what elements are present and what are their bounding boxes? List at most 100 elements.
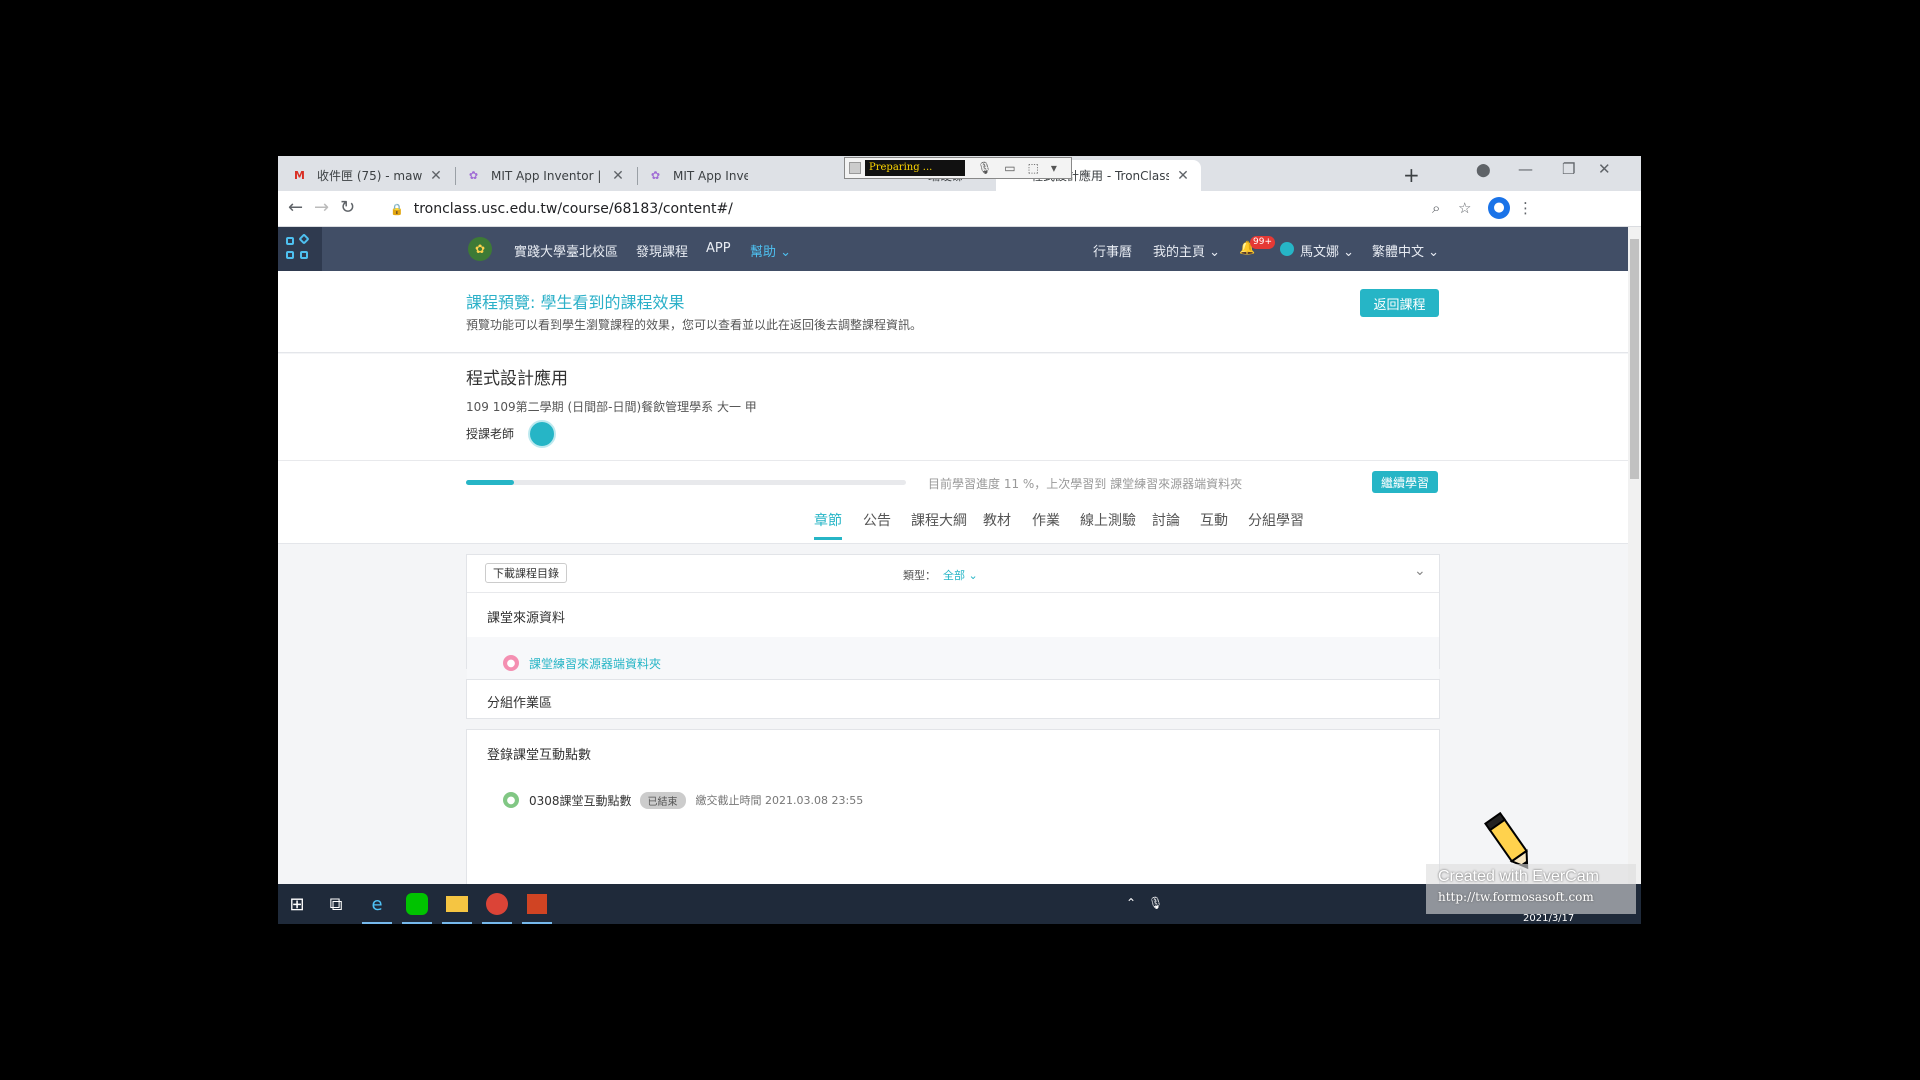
preview-banner: 課程預覽: 學生看到的課程效果 預覽功能可以看到學生瀏覽課程的效果，您可以查看並…: [278, 271, 1628, 353]
browser-tab-app-inventor-2[interactable]: ✿ MIT App Inven: [638, 160, 758, 191]
section-title[interactable]: 課堂來源資料: [467, 593, 1439, 637]
close-icon[interactable]: ✕: [610, 168, 626, 184]
site-navbar: ✿ 實踐大學臺北校區 發現課程 APP 幫助 ⌄ 行事曆 我的主頁 ⌄ 🔔 99…: [278, 227, 1628, 271]
new-tab-icon[interactable]: +: [1403, 163, 1420, 187]
nav-language[interactable]: 繁體中文 ⌄: [1372, 241, 1439, 260]
tray-microphone-icon[interactable]: 🎙: [1148, 896, 1163, 910]
back-icon[interactable]: ←: [288, 197, 303, 218]
chevron-down-icon: ⌄: [1209, 245, 1221, 260]
chevron-down-icon: ⌄: [1428, 245, 1440, 260]
user-avatar[interactable]: [1280, 242, 1294, 256]
notification-badge: 99+: [1250, 236, 1275, 249]
tab-strip: M 收件匣 (75) - mawn@g2.usc ✕ ✿ MIT App Inv…: [278, 156, 1641, 191]
nav-app[interactable]: APP: [706, 241, 731, 256]
taskbar-clock[interactable]: 2021/3/17: [1523, 913, 1574, 924]
tab-announcements[interactable]: 公告: [863, 510, 891, 530]
chrome-icon[interactable]: [482, 889, 512, 924]
powerpoint-icon[interactable]: [522, 889, 552, 924]
nav-help[interactable]: 幫助 ⌄: [750, 241, 791, 260]
section-card: 分組作業區: [466, 679, 1440, 719]
minimize-icon[interactable]: —: [1518, 160, 1533, 178]
forward-icon[interactable]: →: [314, 197, 329, 218]
return-course-button[interactable]: 返回課程: [1360, 289, 1439, 317]
app-inventor-icon: ✿: [650, 169, 661, 182]
tab-homework[interactable]: 作業: [1032, 510, 1060, 530]
chevron-down-icon: ⌄: [780, 245, 792, 260]
section-card: 下載課程目錄 類型： 全部 ⌄ ⌄ 課堂來源資料 ● 課堂練習來源器端資料夾: [466, 554, 1440, 689]
course-semester: 109 109第二學期 (日間部-日間)餐飲管理學系 大一 甲: [466, 400, 757, 414]
edge-icon[interactable]: e: [362, 889, 392, 924]
browser-toolbar: ← → ↻ 🔒 tronclass.usc.edu.tw/course/6818…: [278, 191, 1641, 227]
app-inventor-icon: ✿: [468, 169, 479, 182]
recorder-status: Preparing ...: [865, 160, 965, 176]
tab-group-learning[interactable]: 分組學習: [1248, 510, 1304, 530]
section-card: 登錄課堂互動點數 ● 0308課堂互動點數 已結束 繳交截止時間 2021.03…: [466, 729, 1440, 884]
download-catalog-button[interactable]: 下載課程目錄: [485, 563, 567, 583]
chevron-down-icon: ⌄: [1343, 245, 1355, 260]
browser-window: M 收件匣 (75) - mawn@g2.usc ✕ ✿ MIT App Inv…: [278, 156, 1641, 924]
window-close-icon[interactable]: ✕: [1598, 160, 1611, 178]
stop-icon[interactable]: [849, 162, 861, 174]
filter-type-select[interactable]: 全部 ⌄: [943, 567, 978, 583]
camera-icon[interactable]: ▭: [1004, 161, 1015, 175]
section-title[interactable]: 分組作業區: [467, 680, 1439, 724]
tab-chapters[interactable]: 章節: [814, 510, 842, 540]
content-tabs: 章節 公告 課程大綱 教材 作業 線上測驗 討論 互動 分組學習: [278, 502, 1628, 544]
list-item[interactable]: ● 0308課堂互動點數 已結束 繳交截止時間 2021.03.08 23:55: [467, 774, 1439, 826]
nav-my-home[interactable]: 我的主頁 ⌄: [1153, 241, 1220, 260]
profile-menu-icon[interactable]: ⬤: [1476, 163, 1491, 178]
tab-interaction[interactable]: 互動: [1200, 510, 1228, 530]
reload-icon[interactable]: ↻: [340, 197, 355, 218]
tab-discussion[interactable]: 討論: [1152, 510, 1180, 530]
page-scrollbar[interactable]: [1628, 227, 1641, 884]
section-title[interactable]: 登錄課堂互動點數: [467, 730, 1439, 774]
teacher-label: 授課老師: [466, 427, 515, 441]
page-content: 課程預覽: 學生看到的課程效果 預覽功能可以看到學生瀏覽課程的效果，您可以查看並…: [278, 271, 1628, 884]
nav-discover-courses[interactable]: 發現課程: [636, 241, 688, 260]
apps-grid-icon[interactable]: [278, 227, 322, 271]
tab-syllabus[interactable]: 課程大綱: [911, 510, 967, 530]
more-menu-icon[interactable]: ⋮: [1518, 199, 1533, 217]
zoom-icon[interactable]: ⌕: [1432, 199, 1440, 217]
avatar[interactable]: ●: [1488, 197, 1510, 219]
school-logo[interactable]: ✿: [468, 237, 492, 261]
preview-description: 預覽功能可以看到學生瀏覽課程的效果，您可以查看並以此在返回後去調整課程資訊。: [466, 318, 923, 332]
progress-fill: [466, 480, 515, 485]
nav-campus[interactable]: 實踐大學臺北校區: [514, 241, 618, 260]
progress-bar: [466, 480, 906, 485]
browser-tab-gmail[interactable]: M 收件匣 (75) - mawn@g2.usc ✕: [282, 160, 454, 191]
folder-icon: ●: [503, 655, 519, 671]
close-icon[interactable]: ✕: [1175, 168, 1191, 184]
nav-user[interactable]: 馬文娜 ⌄: [1300, 241, 1354, 260]
evercam-watermark: Created with EverCam http://tw.formosaso…: [1426, 864, 1636, 914]
filter-bar: 下載課程目錄 類型： 全部 ⌄ ⌄: [467, 555, 1439, 593]
gmail-icon: M: [294, 169, 305, 182]
windows-start-icon[interactable]: ⊞: [282, 889, 312, 919]
course-header: 程式設計應用 109 109第二學期 (日間部-日間)餐飲管理學系 大一 甲 授…: [278, 354, 1628, 544]
deadline-text: 繳交截止時間 2021.03.08 23:55: [695, 794, 864, 807]
microphone-icon[interactable]: 🎙: [977, 161, 992, 175]
dropdown-icon[interactable]: ▾: [1051, 161, 1057, 175]
nav-calendar[interactable]: 行事曆: [1093, 241, 1132, 260]
interaction-icon: ●: [503, 792, 519, 808]
recorder-toolbar: Preparing ... 🎙 ▭ ⬚ ▾: [844, 157, 1072, 179]
bookmark-star-icon[interactable]: ☆: [1458, 199, 1471, 217]
teacher-avatar[interactable]: [528, 420, 556, 448]
tab-online-quiz[interactable]: 線上測驗: [1080, 510, 1136, 530]
course-title: 程式設計應用: [466, 369, 568, 389]
status-badge: 已結束: [639, 791, 686, 809]
tab-materials[interactable]: 教材: [983, 510, 1011, 530]
continue-learning-button[interactable]: 繼續學習: [1372, 471, 1438, 493]
close-icon[interactable]: ✕: [428, 168, 444, 184]
tray-chevron-icon[interactable]: ⌃: [1126, 896, 1136, 910]
task-view-icon[interactable]: ⧉: [321, 889, 351, 919]
collapse-all-icon[interactable]: ⌄: [1414, 563, 1426, 579]
region-icon[interactable]: ⬚: [1028, 161, 1039, 175]
file-explorer-icon[interactable]: [442, 889, 472, 924]
address-bar[interactable]: 🔒 tronclass.usc.edu.tw/course/68183/cont…: [382, 195, 1540, 223]
browser-tab-app-inventor[interactable]: ✿ MIT App Inventor | Explore ✕: [456, 160, 636, 191]
progress-text: 目前學習進度 11 %，上次學習到 課堂練習來源器端資料夾: [928, 477, 1243, 491]
restore-icon[interactable]: ❐: [1562, 160, 1575, 178]
line-app-icon[interactable]: [402, 889, 432, 924]
filter-type-label: 類型：: [903, 569, 936, 582]
